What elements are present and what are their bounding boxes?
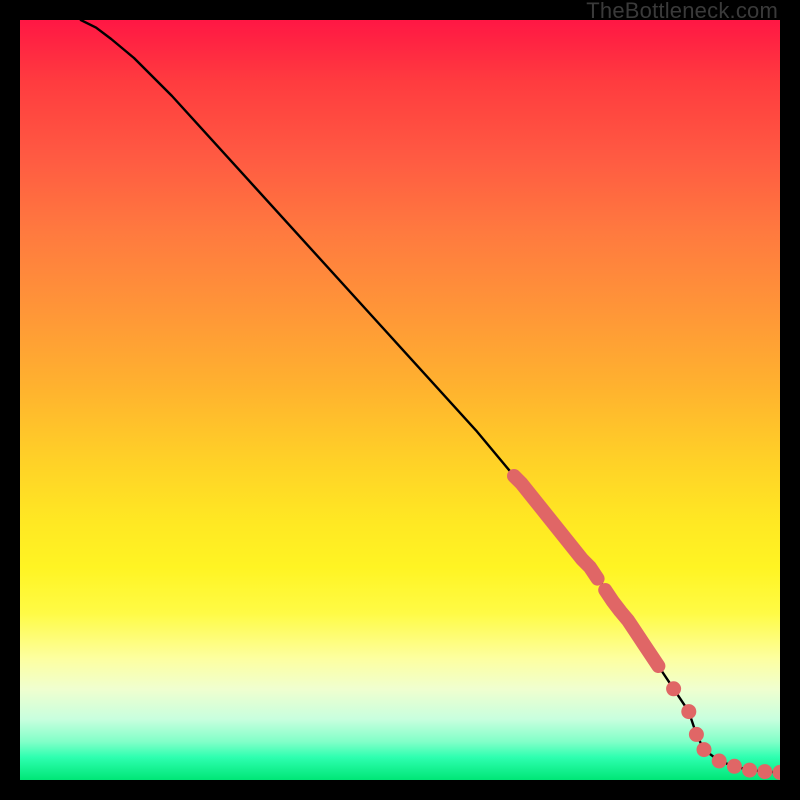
scatter-point <box>742 763 757 778</box>
chart-frame <box>20 20 780 780</box>
chart-scatter-points <box>666 681 780 780</box>
chart-overlay <box>20 20 780 780</box>
scatter-point <box>773 765 781 780</box>
highlight-segment <box>514 476 598 579</box>
scatter-point <box>697 742 712 757</box>
highlight-segment <box>605 590 658 666</box>
attribution-label: TheBottleneck.com <box>586 0 778 24</box>
chart-curve-line <box>81 20 780 772</box>
scatter-point <box>681 704 696 719</box>
scatter-point <box>727 759 742 774</box>
chart-highlight-segments <box>514 476 658 666</box>
scatter-point <box>712 754 727 769</box>
scatter-point <box>689 727 704 742</box>
scatter-point <box>757 764 772 779</box>
scatter-point <box>666 681 681 696</box>
